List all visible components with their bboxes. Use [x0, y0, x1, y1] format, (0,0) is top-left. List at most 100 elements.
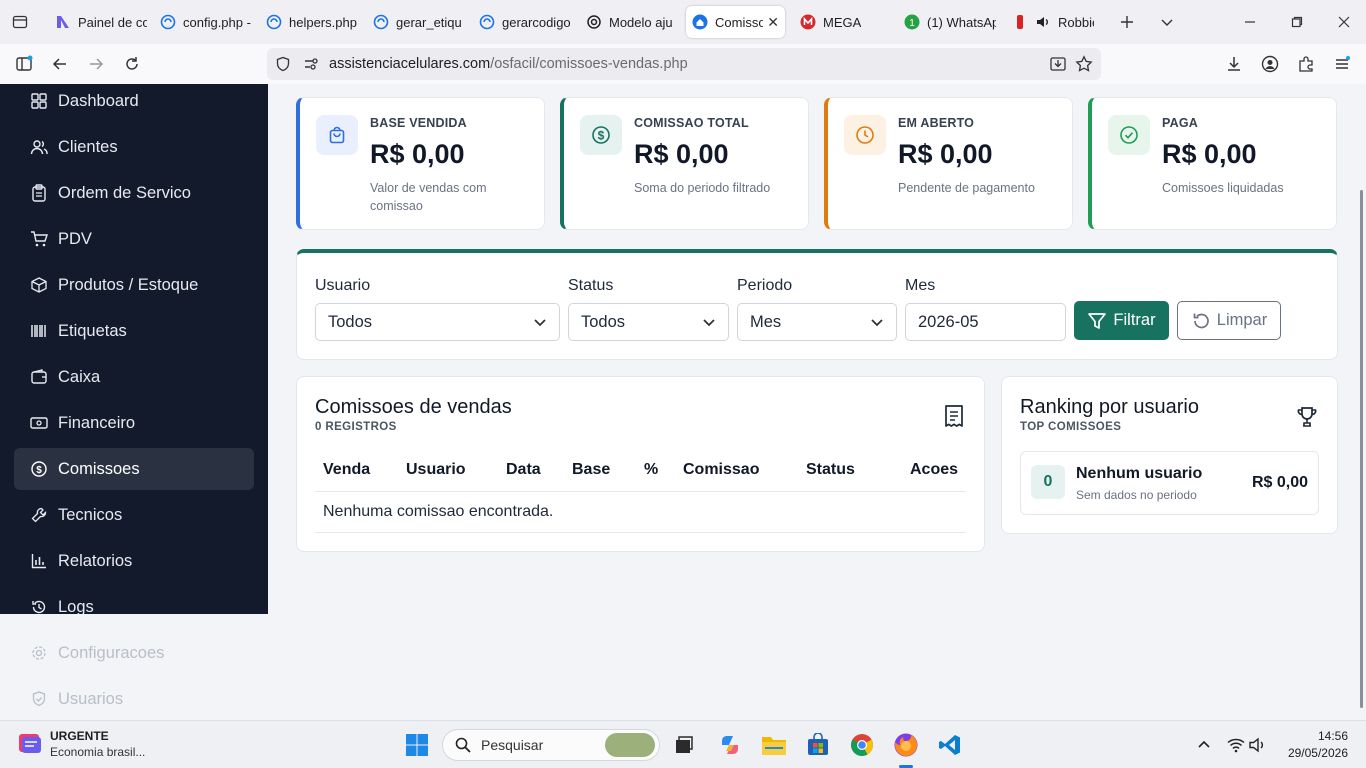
- column-header[interactable]: Data: [506, 461, 541, 479]
- account-icon[interactable]: [1258, 52, 1282, 76]
- reload-icon[interactable]: [120, 52, 144, 76]
- browser-tab[interactable]: Modelo aju: [586, 6, 676, 38]
- sidebar-item-caixa[interactable]: Caixa: [14, 356, 254, 398]
- column-header[interactable]: Base: [572, 461, 610, 479]
- firefox-icon[interactable]: [892, 731, 920, 759]
- sidebar-item-label: Tecnicos: [58, 505, 123, 524]
- menu-icon[interactable]: [1330, 52, 1354, 76]
- sidebar-item-etiquetas[interactable]: Etiquetas: [14, 310, 254, 352]
- commissions-panel: Comissoes de vendas 0 REGISTROS Venda Us…: [296, 376, 985, 552]
- stat-subtitle: Pendente de pagamento: [898, 181, 1035, 195]
- funnel-icon: [1087, 311, 1107, 331]
- column-header[interactable]: Venda: [323, 461, 370, 479]
- music-icon: [1012, 14, 1028, 30]
- restore-window-icon[interactable]: [1283, 8, 1311, 36]
- periodo-select[interactable]: Mes: [737, 303, 897, 341]
- stat-value: R$ 0,00: [370, 139, 465, 169]
- commissions-title: Comissoes de vendas: [315, 396, 512, 418]
- sidebar-item-dashboard[interactable]: Dashboard: [14, 84, 254, 122]
- task-view-icon[interactable]: [670, 731, 698, 759]
- column-header[interactable]: Acoes: [910, 461, 958, 479]
- sidebar-item-logs[interactable]: Logs: [14, 586, 254, 614]
- back-arrow-icon[interactable]: [48, 52, 72, 76]
- clear-button[interactable]: Limpar: [1177, 301, 1281, 340]
- sidebar-item-tecnicos[interactable]: Tecnicos: [14, 494, 254, 536]
- periodo-filter-label: Periodo: [737, 277, 793, 294]
- tab-label: gerarcodigo: [502, 14, 571, 30]
- browser-tab[interactable]: gerarcodigo: [479, 6, 571, 38]
- sidebar-item-comissoes[interactable]: $ Comissoes: [14, 448, 254, 490]
- clock-time[interactable]: 14:56: [1308, 729, 1348, 743]
- windows-start-icon[interactable]: [403, 731, 431, 759]
- forward-arrow-icon[interactable]: [84, 52, 108, 76]
- usuario-select[interactable]: Todos: [315, 303, 560, 341]
- news-title[interactable]: URGENTE: [50, 729, 109, 743]
- sidebar-item-clientes[interactable]: Clientes: [14, 126, 254, 168]
- chrome-icon[interactable]: [848, 731, 876, 759]
- chevron-up-icon[interactable]: [1190, 731, 1218, 759]
- column-header[interactable]: %: [644, 461, 658, 479]
- sidebar-item-relatorios[interactable]: Relatorios: [14, 540, 254, 582]
- browser-tab[interactable]: Painel de co: [55, 6, 147, 38]
- shield-icon: [30, 690, 48, 708]
- news-widget-icon[interactable]: [16, 729, 46, 759]
- extensions-icon[interactable]: [1294, 52, 1318, 76]
- browser-tab-active[interactable]: Comissoe ✕: [686, 6, 785, 38]
- microsoft-store-icon[interactable]: [804, 731, 832, 759]
- stat-subtitle: Valor de vendas com comissao: [370, 181, 487, 213]
- sidebar-item-configuracoes[interactable]: Configuracoes: [14, 632, 254, 674]
- taskbar-search[interactable]: Pesquisar: [442, 729, 660, 761]
- globe-icon: [160, 14, 176, 30]
- vscode-icon[interactable]: [936, 731, 964, 759]
- column-header[interactable]: Status: [806, 461, 855, 479]
- browser-tab[interactable]: MEGA: [800, 6, 890, 38]
- browser-tab[interactable]: helpers.php: [266, 6, 358, 38]
- browser-tab[interactable]: 1 (1) WhatsAp: [904, 6, 996, 38]
- browser-tab[interactable]: Robbie: [1012, 6, 1094, 38]
- shield-icon[interactable]: [275, 55, 293, 73]
- browser-tab[interactable]: config.php -: [160, 6, 252, 38]
- copilot-icon[interactable]: [716, 731, 744, 759]
- column-header[interactable]: Comissao: [683, 461, 759, 479]
- close-tab-icon[interactable]: ✕: [767, 14, 779, 31]
- users-icon: [30, 138, 48, 156]
- downloads-icon[interactable]: [1222, 52, 1246, 76]
- file-explorer-icon[interactable]: [760, 731, 788, 759]
- sidebar-item-ordem-de-servico[interactable]: Ordem de Servico: [14, 172, 254, 214]
- clock-date[interactable]: 29/05/2026: [1278, 746, 1348, 760]
- sidebar-item-usuarios[interactable]: Usuarios: [14, 678, 254, 720]
- ranking-entry[interactable]: 0 Nenhum usuario Sem dados no periodo R$…: [1020, 451, 1319, 515]
- volume-icon[interactable]: [1244, 731, 1272, 759]
- ranking-user-name: Nenhum usuario: [1076, 465, 1203, 482]
- page-save-icon[interactable]: [1049, 55, 1067, 77]
- new-tab-icon[interactable]: [1113, 8, 1141, 36]
- globe-icon: [266, 14, 282, 30]
- filter-button[interactable]: Filtrar: [1074, 301, 1169, 340]
- stat-value: R$ 0,00: [634, 139, 729, 169]
- site-settings-icon[interactable]: [303, 55, 321, 73]
- news-subtitle[interactable]: Economia brasil...: [50, 745, 145, 759]
- sidebar-item-pdv[interactable]: PDV: [14, 218, 254, 260]
- sidebar-toggle-icon[interactable]: [12, 52, 36, 76]
- address-bar[interactable]: assistenciacelulares.com/osfacil/comisso…: [267, 48, 1101, 80]
- sidebar-item-label: Financeiro: [58, 413, 136, 432]
- stat-subtitle: Comissoes liquidadas: [1162, 181, 1284, 195]
- speaker-icon[interactable]: [1035, 14, 1051, 30]
- bookmark-star-icon[interactable]: [1075, 55, 1093, 77]
- tab-list-chevron-icon[interactable]: [1153, 8, 1181, 36]
- browser-tab[interactable]: gerar_etiqu: [373, 6, 465, 38]
- minimize-window-icon[interactable]: [1236, 8, 1264, 36]
- mes-input[interactable]: 2026-05: [905, 303, 1066, 341]
- close-window-icon[interactable]: [1330, 8, 1358, 36]
- page-scrollbar[interactable]: [1360, 190, 1363, 708]
- svg-text:1: 1: [909, 18, 915, 29]
- box-icon: [30, 276, 48, 294]
- sidebar-item-produtos-estoque[interactable]: Produtos / Estoque: [14, 264, 254, 306]
- sidebar-item-financeiro[interactable]: Financeiro: [14, 402, 254, 444]
- column-header[interactable]: Usuario: [406, 461, 466, 479]
- ranking-position-badge: 0: [1031, 465, 1065, 499]
- status-select[interactable]: Todos: [568, 303, 729, 341]
- sidebar-item-label: Etiquetas: [58, 321, 127, 340]
- tab-overview-icon[interactable]: [6, 8, 34, 36]
- bar-chart-icon: [30, 552, 48, 570]
